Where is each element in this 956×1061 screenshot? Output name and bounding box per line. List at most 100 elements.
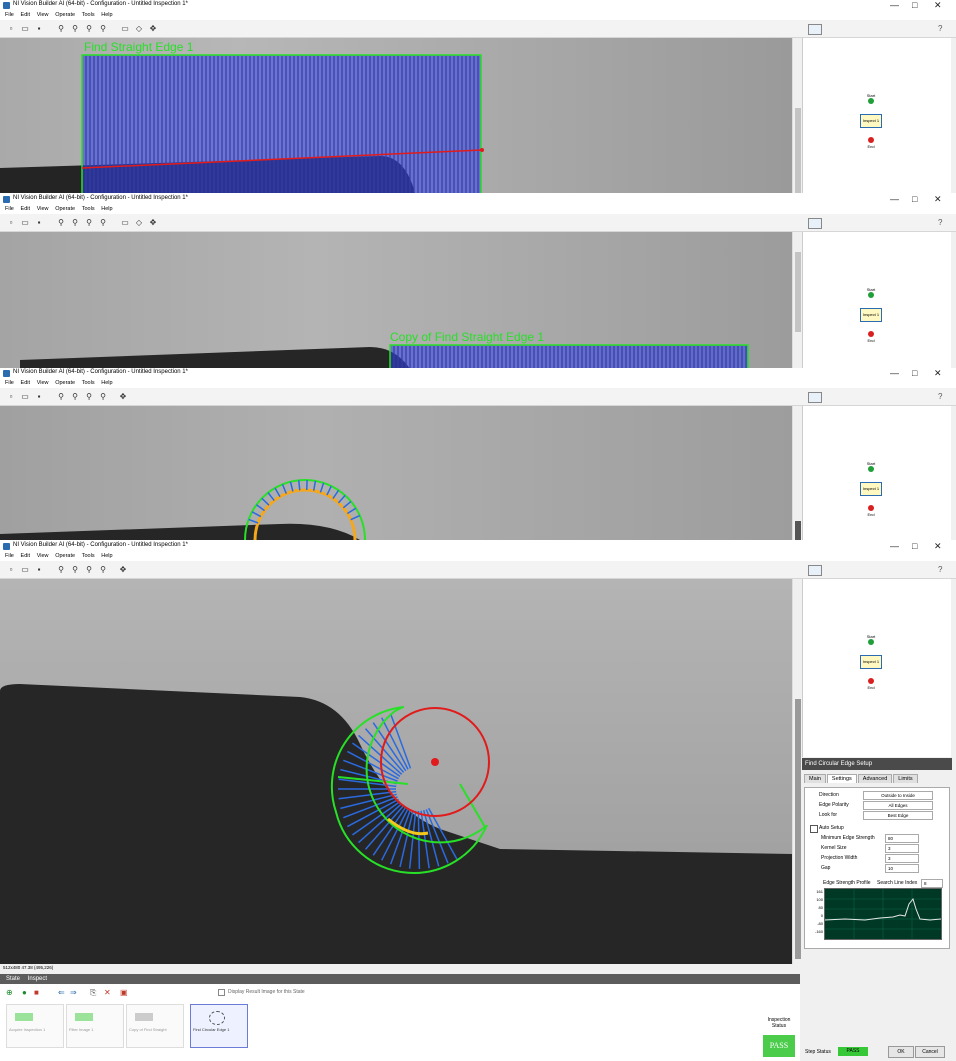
pan-tool-icon[interactable]: ✥ xyxy=(148,23,158,33)
close-button[interactable]: ✕ xyxy=(934,0,942,10)
menu-edit[interactable]: Edit xyxy=(21,379,30,388)
auto-setup-checkbox[interactable] xyxy=(810,825,818,833)
flow-start-node[interactable] xyxy=(868,639,874,645)
zoom-actual-icon[interactable]: ⚲ xyxy=(98,391,108,401)
ok-button[interactable]: OK xyxy=(888,1046,914,1058)
new-icon[interactable]: ▫ xyxy=(6,217,16,227)
maximize-button[interactable]: □ xyxy=(912,368,917,378)
minimize-button[interactable]: — xyxy=(890,194,899,204)
menu-file[interactable]: File xyxy=(5,379,14,388)
menu-tools[interactable]: Tools xyxy=(82,379,95,388)
search-line-input[interactable]: 8 xyxy=(921,879,943,888)
flow-end-node[interactable] xyxy=(868,678,874,684)
minimize-button[interactable]: — xyxy=(890,368,899,378)
menu-operate[interactable]: Operate xyxy=(55,205,75,214)
zoom-actual-icon[interactable]: ⚲ xyxy=(98,217,108,227)
menu-help[interactable]: Help xyxy=(101,11,112,20)
menu-file[interactable]: File xyxy=(5,205,14,214)
save-icon[interactable]: ▪ xyxy=(34,391,44,401)
tab-settings[interactable]: Settings xyxy=(826,774,857,783)
zoom-actual-icon[interactable]: ⚲ xyxy=(98,564,108,574)
zoom-in-icon[interactable]: ⚲ xyxy=(56,217,66,227)
menu-operate[interactable]: Operate xyxy=(55,11,75,20)
menu-edit[interactable]: Edit xyxy=(21,205,30,214)
zoom-fit-icon[interactable]: ⚲ xyxy=(84,391,94,401)
flow-inspect-node[interactable]: Inspect 1 xyxy=(860,308,882,322)
direction-select[interactable]: Outside to Inside xyxy=(863,791,933,800)
pan-tool-icon[interactable]: ✥ xyxy=(118,391,128,401)
look-for-select[interactable]: Best Edge xyxy=(863,811,933,820)
state-value[interactable]: Inspect xyxy=(28,976,47,982)
new-icon[interactable]: ▫ xyxy=(6,564,16,574)
zoom-out-icon[interactable]: ⚲ xyxy=(70,391,80,401)
gap-input[interactable]: 10 xyxy=(885,864,919,873)
move-right-icon[interactable]: ⇒ xyxy=(70,988,77,997)
flow-start-node[interactable] xyxy=(868,98,874,104)
copy-step-icon[interactable]: ⎘ xyxy=(90,988,96,998)
add-step-icon[interactable]: ⊕ xyxy=(6,988,13,997)
image-display[interactable] xyxy=(0,406,792,540)
zoom-actual-icon[interactable]: ⚲ xyxy=(98,23,108,33)
menu-help[interactable]: Help xyxy=(101,205,112,214)
minimize-button[interactable]: — xyxy=(890,541,899,551)
save-icon[interactable]: ▪ xyxy=(34,217,44,227)
step-copy-straight-edge[interactable]: Copy of Find Straight xyxy=(126,1004,184,1048)
image-display[interactable]: Copy of Find Straight Edge 1 xyxy=(0,232,792,369)
pan-tool-icon[interactable]: ✥ xyxy=(118,564,128,574)
menu-help[interactable]: Help xyxy=(101,552,112,561)
kernel-size-input[interactable]: 3 xyxy=(885,844,919,853)
help-icon[interactable]: ? xyxy=(938,392,942,401)
tab-limits[interactable]: Limits xyxy=(893,774,918,783)
help-icon[interactable]: ? xyxy=(938,24,942,33)
save-icon[interactable]: ▪ xyxy=(34,23,44,33)
delete-step-icon[interactable]: ✕ xyxy=(104,988,111,997)
zoom-fit-icon[interactable]: ⚲ xyxy=(84,23,94,33)
flow-inspect-node[interactable]: Inspect 1 xyxy=(860,655,882,669)
help-icon[interactable]: ? xyxy=(938,218,942,227)
zoom-out-icon[interactable]: ⚲ xyxy=(70,217,80,227)
menu-operate[interactable]: Operate xyxy=(55,552,75,561)
panel-toggle-icon[interactable] xyxy=(808,392,822,403)
pan-tool-icon[interactable]: ✥ xyxy=(148,217,158,227)
rotated-rect-tool-icon[interactable]: ◇ xyxy=(134,217,144,227)
rectangle-tool-icon[interactable]: ▭ xyxy=(120,23,130,33)
flow-start-node[interactable] xyxy=(868,466,874,472)
scrollbar-thumb[interactable] xyxy=(795,521,801,540)
edge-polarity-select[interactable]: All Edges xyxy=(863,801,933,810)
menu-tools[interactable]: Tools xyxy=(82,552,95,561)
scrollbar-thumb[interactable] xyxy=(795,252,801,332)
maximize-button[interactable]: □ xyxy=(912,194,917,204)
tab-advanced[interactable]: Advanced xyxy=(857,774,893,783)
run-icon[interactable]: ● xyxy=(22,988,27,997)
move-left-icon[interactable]: ⇐ xyxy=(58,988,65,997)
maximize-button[interactable]: □ xyxy=(912,0,917,10)
flow-end-node[interactable] xyxy=(868,137,874,143)
panel-toggle-icon[interactable] xyxy=(808,218,822,229)
panel-toggle-icon[interactable] xyxy=(808,565,822,576)
menu-tools[interactable]: Tools xyxy=(82,205,95,214)
rectangle-tool-icon[interactable]: ▭ xyxy=(120,217,130,227)
menu-view[interactable]: View xyxy=(37,205,49,214)
menu-view[interactable]: View xyxy=(37,552,49,561)
close-button[interactable]: ✕ xyxy=(934,194,942,204)
zoom-out-icon[interactable]: ⚲ xyxy=(70,564,80,574)
display-result-checkbox[interactable] xyxy=(218,989,225,996)
image-display[interactable]: Find Straight Edge 1 xyxy=(0,38,792,193)
step-filter[interactable]: Filter Image 1 xyxy=(66,1004,124,1048)
image-display[interactable] xyxy=(0,579,792,964)
scrollbar-thumb[interactable] xyxy=(795,108,801,193)
flow-end-node[interactable] xyxy=(868,505,874,511)
close-button[interactable]: ✕ xyxy=(934,541,942,551)
zoom-fit-icon[interactable]: ⚲ xyxy=(84,564,94,574)
flow-inspect-node[interactable]: Inspect 1 xyxy=(860,114,882,128)
zoom-in-icon[interactable]: ⚲ xyxy=(56,564,66,574)
open-icon[interactable]: ▭ xyxy=(20,217,30,227)
save-icon[interactable]: ▪ xyxy=(34,564,44,574)
menu-help[interactable]: Help xyxy=(101,379,112,388)
scrollbar-thumb[interactable] xyxy=(795,699,801,959)
minimize-button[interactable]: — xyxy=(890,0,899,10)
new-icon[interactable]: ▫ xyxy=(6,391,16,401)
menu-view[interactable]: View xyxy=(37,379,49,388)
panel-toggle-icon[interactable] xyxy=(808,24,822,35)
stop-state-icon[interactable]: ▣ xyxy=(120,988,128,997)
